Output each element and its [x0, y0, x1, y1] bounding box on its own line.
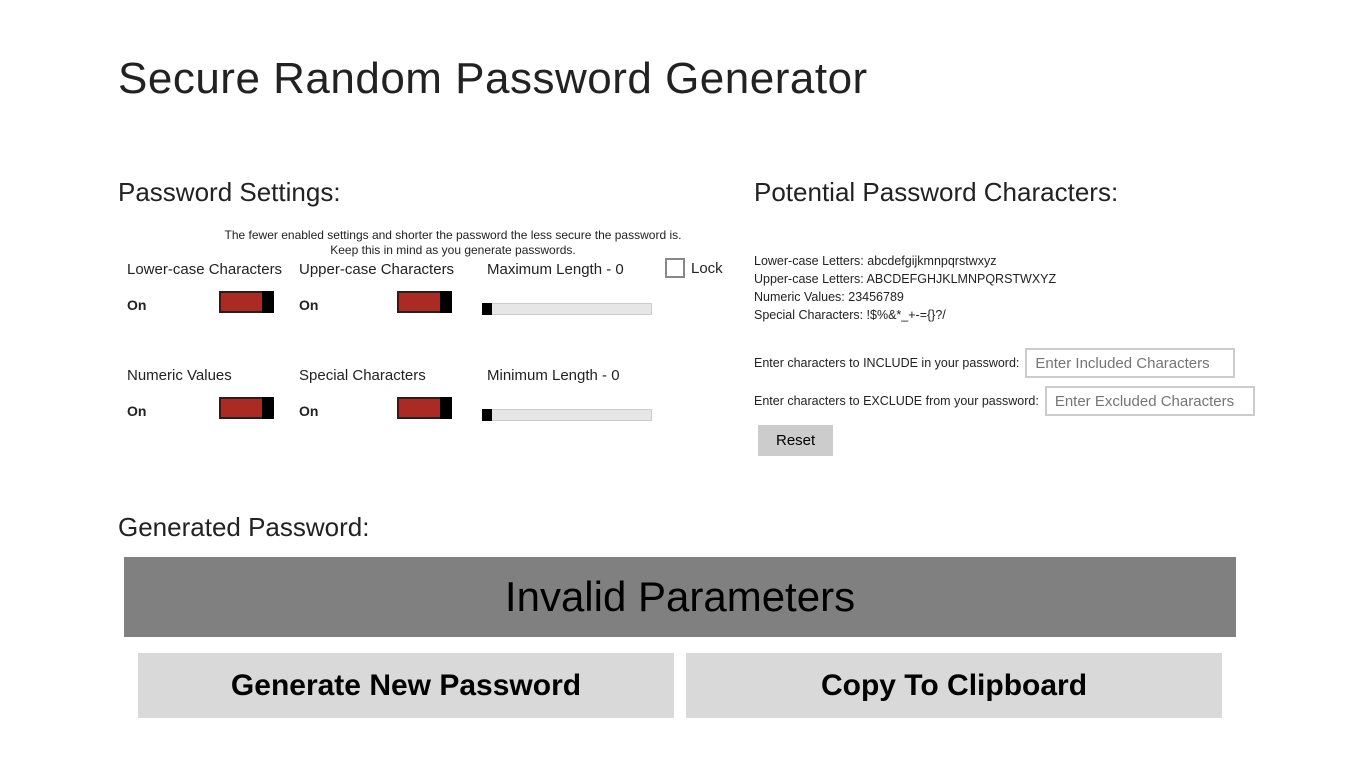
app-title: Secure Random Password Generator: [118, 54, 868, 104]
copy-clipboard-button[interactable]: Copy To Clipboard: [686, 653, 1222, 718]
include-input[interactable]: [1025, 348, 1235, 378]
potential-characters-list: Lower-case Letters: abcdefgijkmnpqrstwxy…: [754, 252, 1056, 325]
potential-characters-heading: Potential Password Characters:: [754, 177, 1118, 208]
toggle-thumb: [262, 291, 274, 313]
potential-uppercase: Upper-case Letters: ABCDEFGHJKLMNPQRSTWX…: [754, 270, 1056, 288]
numeric-value: On: [127, 403, 146, 419]
max-length-label: Maximum Length - 0: [487, 261, 624, 278]
lock-label: Lock: [691, 260, 723, 277]
potential-lowercase: Lower-case Letters: abcdefgijkmnpqrstwxy…: [754, 252, 1056, 270]
lowercase-toggle[interactable]: [219, 291, 274, 313]
special-toggle[interactable]: [397, 397, 452, 419]
special-label: Special Characters: [299, 367, 426, 384]
special-value: On: [299, 403, 318, 419]
include-label: Enter characters to INCLUDE in your pass…: [754, 356, 1019, 370]
reset-button[interactable]: Reset: [758, 425, 833, 456]
lowercase-value: On: [127, 297, 146, 313]
potential-special: Special Characters: !$%&*_+-={}?/: [754, 306, 1056, 324]
min-length-label: Minimum Length - 0: [487, 367, 620, 384]
slider-thumb: [482, 409, 492, 421]
settings-help-line1: The fewer enabled settings and shorter t…: [218, 228, 688, 243]
settings-help-text: The fewer enabled settings and shorter t…: [218, 228, 688, 258]
exclude-label: Enter characters to EXCLUDE from your pa…: [754, 394, 1039, 408]
uppercase-value: On: [299, 297, 318, 313]
min-length-slider[interactable]: [482, 409, 652, 421]
settings-help-line2: Keep this in mind as you generate passwo…: [218, 243, 688, 258]
numeric-label: Numeric Values: [127, 367, 232, 384]
potential-numeric: Numeric Values: 23456789: [754, 288, 1056, 306]
exclude-row: Enter characters to EXCLUDE from your pa…: [754, 386, 1255, 416]
include-row: Enter characters to INCLUDE in your pass…: [754, 348, 1235, 378]
generated-password-heading: Generated Password:: [118, 512, 369, 543]
uppercase-label: Upper-case Characters: [299, 261, 454, 278]
generated-password-output: Invalid Parameters: [124, 557, 1236, 637]
max-length-slider[interactable]: [482, 303, 652, 315]
exclude-input[interactable]: [1045, 386, 1255, 416]
generate-password-button[interactable]: Generate New Password: [138, 653, 674, 718]
uppercase-toggle[interactable]: [397, 291, 452, 313]
toggle-thumb: [440, 397, 452, 419]
lock-checkbox[interactable]: Lock: [665, 258, 723, 278]
toggle-thumb: [262, 397, 274, 419]
checkbox-box-icon: [665, 258, 685, 278]
lowercase-label: Lower-case Characters: [127, 261, 282, 278]
numeric-toggle[interactable]: [219, 397, 274, 419]
slider-thumb: [482, 303, 492, 315]
toggle-thumb: [440, 291, 452, 313]
password-settings-heading: Password Settings:: [118, 177, 341, 208]
